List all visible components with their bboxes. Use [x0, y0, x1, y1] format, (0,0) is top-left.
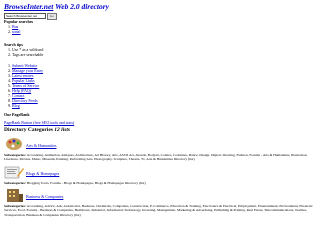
category-head: Business & Companies: [4, 188, 316, 202]
categories-count: 12 lists: [54, 127, 71, 133]
category-head: Blogs & Homepages: [4, 165, 316, 179]
category-blogs: Blogs & Homepages Subcategories: Bloggin…: [4, 165, 316, 185]
category-subcategories: Subcategories: Blogging Tools, Forums - …: [4, 181, 316, 185]
blog-icon[interactable]: [4, 165, 24, 179]
subcategories-label: Subcategories:: [4, 204, 26, 208]
search-button[interactable]: Go: [47, 13, 57, 20]
category-link[interactable]: Business & Companies: [26, 194, 63, 199]
category-link[interactable]: Arts & Humanities: [26, 143, 56, 148]
popular-search-link[interactable]: sonal: [12, 29, 20, 34]
category-head: Arts & Humanities: [4, 137, 316, 151]
nav-item: Blog: [12, 103, 43, 108]
nav-link-blog[interactable]: Blog: [12, 103, 20, 108]
category-link[interactable]: Blogs & Homepages: [26, 171, 59, 176]
site-title-rest: Web 2.0 directory: [53, 2, 109, 11]
categories-title: Directory Categories 12 lists: [4, 127, 70, 134]
subcategories-text[interactable]: Accounting, Animation, Antiques, Archite…: [4, 153, 307, 161]
popular-searches-list: Bus sonal: [4, 24, 20, 34]
search-tips-list: Use * as a wildcard Tags are searchable: [4, 47, 43, 57]
subcategories-label: Subcategories:: [4, 181, 26, 185]
page: BrowseInter.net Web 2.0 directory Search…: [0, 0, 320, 245]
pagerank-label: Our PageRank: [4, 112, 30, 117]
subcategories-text[interactable]: Accounting, Advice, Ads, Automotive, Bus…: [4, 204, 312, 217]
nav-list: Submit Website Manage your Entry Latest …: [4, 63, 43, 108]
popular-search-item: sonal: [12, 29, 20, 34]
categories-title-text: Directory Categories: [4, 127, 53, 133]
building-icon[interactable]: [4, 188, 24, 202]
category-subcategories: Subcategories: Accounting, Animation, An…: [4, 153, 316, 162]
palette-icon[interactable]: [4, 137, 24, 151]
subcategories-label: Subcategories:: [4, 153, 26, 157]
search-form: Search Browseinter.net Go: [4, 13, 57, 20]
site-title-brand[interactable]: BrowseInter.net: [4, 2, 53, 11]
pagerank-link[interactable]: PageRank Button (free SEO tools and stat…: [4, 120, 74, 125]
category-arts: Arts & Humanities Subcategories: Account…: [4, 137, 316, 162]
site-title[interactable]: BrowseInter.net Web 2.0 directory: [4, 2, 109, 11]
category-business: Business & Companies Subcategories: Acco…: [4, 188, 316, 217]
category-subcategories: Subcategories: Accounting, Advice, Ads, …: [4, 204, 316, 217]
subcategories-text[interactable]: Blogging Tools, Forums - Blogs & Homepag…: [27, 181, 146, 185]
search-tip-item: Tags are searchable: [12, 52, 43, 57]
